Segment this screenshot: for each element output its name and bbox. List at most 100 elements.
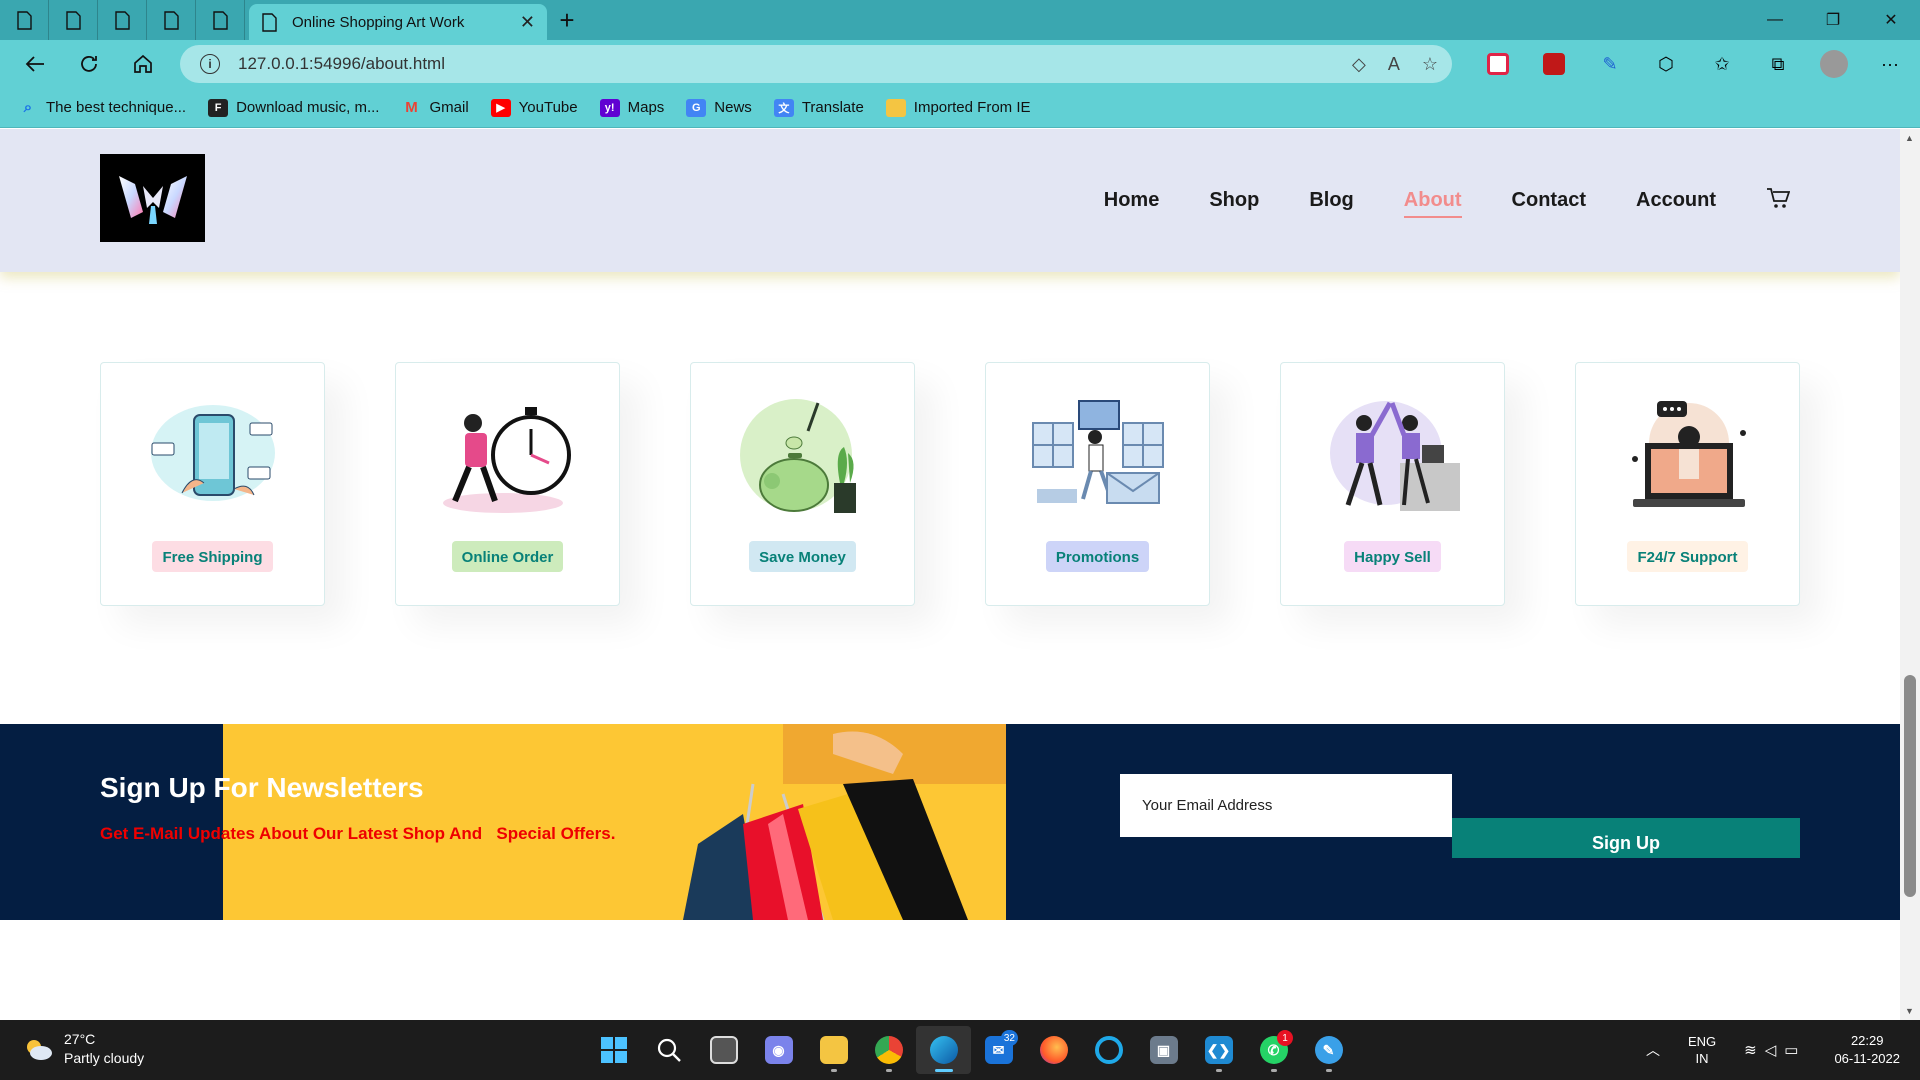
firefox-button[interactable]: [1026, 1026, 1081, 1074]
bookmark-item[interactable]: ▶ YouTube: [490, 98, 578, 117]
piggy-bank-illustration: [739, 399, 856, 513]
close-window-button[interactable]: ✕: [1862, 0, 1920, 40]
search-button[interactable]: [641, 1026, 696, 1074]
maximize-button[interactable]: ❐: [1804, 0, 1862, 40]
bookmark-label: YouTube: [518, 99, 578, 116]
high-five-illustration: [1329, 401, 1460, 511]
newsletter-title: Sign Up For Newsletters: [100, 772, 424, 803]
scroll-up-icon[interactable]: ▲: [1905, 133, 1914, 143]
pinned-tab[interactable]: [0, 0, 49, 40]
refresh-button[interactable]: [62, 40, 116, 88]
file-explorer-button[interactable]: [806, 1026, 861, 1074]
page-icon: [262, 12, 277, 32]
url-text[interactable]: 127.0.0.1:54996/about.html: [238, 54, 445, 74]
task-view-button[interactable]: [696, 1026, 751, 1074]
info-icon[interactable]: i: [200, 54, 220, 74]
pinned-tab[interactable]: [147, 0, 196, 40]
pinned-tab[interactable]: [49, 0, 98, 40]
time: 22:29: [1850, 1033, 1884, 1048]
extension-pocket-icon[interactable]: [1470, 53, 1526, 75]
nav-shop[interactable]: Shop: [1209, 189, 1259, 212]
extension-mcafee-icon[interactable]: [1526, 53, 1582, 75]
favorites-icon[interactable]: ✩: [1694, 54, 1750, 75]
media-button[interactable]: ▣: [1136, 1026, 1191, 1074]
bookmark-label: Maps: [627, 99, 665, 116]
back-button[interactable]: [8, 40, 62, 88]
weather-widget[interactable]: 27°C Partly cloudy: [22, 1030, 144, 1068]
f-icon: F: [208, 98, 229, 117]
running-indicator: [830, 1069, 837, 1072]
tab-close-icon[interactable]: ✕: [520, 12, 535, 33]
newsletter-form: Sign Up: [1120, 774, 1800, 874]
home-icon: [134, 54, 152, 73]
email-field[interactable]: [1120, 774, 1452, 837]
address-bar[interactable]: i 127.0.0.1:54996/about.html ◇ A ☆: [180, 45, 1452, 83]
newsletter-section: Sign Up For Newsletters Get E-Mail Updat…: [0, 724, 1900, 920]
clock[interactable]: 22:29 06-11-2022: [1834, 1032, 1900, 1068]
partly-cloudy-icon: [27, 1040, 52, 1060]
bookmark-item[interactable]: M Gmail: [401, 99, 468, 117]
scroll-down-icon[interactable]: ▼: [1905, 1006, 1914, 1016]
bookmarks-bar: ⌕ The best technique... F Download music, …: [0, 88, 1920, 128]
features-section: Free Shipping Online Order Save Money Pr…: [100, 362, 1800, 606]
chrome-button[interactable]: [861, 1026, 916, 1074]
teams-chat-button[interactable]: ◉: [751, 1026, 806, 1074]
extensions-icon[interactable]: ⬡: [1638, 54, 1694, 75]
active-tab[interactable]: Online Shopping Art Work ✕: [249, 4, 547, 40]
site-logo[interactable]: [100, 154, 205, 242]
add-favorite-icon[interactable]: ☆: [1422, 54, 1438, 75]
mail-badge: 32: [1000, 1030, 1018, 1046]
pinned-tab[interactable]: [196, 0, 245, 40]
pinned-tab[interactable]: [98, 0, 147, 40]
scrollbar-thumb[interactable]: [1904, 675, 1916, 897]
running-indicator: [1215, 1069, 1222, 1072]
whatsapp-button[interactable]: ✆ 1: [1246, 1026, 1301, 1074]
bookmark-item[interactable]: G News: [686, 98, 752, 117]
feature-card: Save Money: [690, 362, 915, 606]
cart-icon[interactable]: [1766, 187, 1791, 215]
sign-up-button[interactable]: Sign Up: [1452, 818, 1800, 858]
feature-card: Free Shipping: [100, 362, 325, 606]
page-icon: [16, 10, 32, 30]
show-hidden-icons-icon[interactable]: ︿: [1646, 1040, 1660, 1060]
nav-blog[interactable]: Blog: [1309, 189, 1353, 212]
quick-settings[interactable]: ≋◁▭: [1744, 1041, 1806, 1059]
search-icon: ⌕: [23, 99, 33, 116]
feature-card: Happy Sell: [1280, 362, 1505, 606]
extension-pen-icon[interactable]: ✎: [1582, 54, 1638, 75]
temperature: 27°C: [64, 1031, 96, 1047]
promotion-gift-illustration: [1031, 400, 1164, 504]
read-aloud-icon[interactable]: A: [1388, 54, 1400, 75]
feature-label: F24/7 Support: [1627, 541, 1748, 572]
paint-button[interactable]: ✎: [1301, 1026, 1356, 1074]
bookmark-item[interactable]: Imported From IE: [885, 98, 1031, 117]
nav-account[interactable]: Account: [1636, 189, 1716, 212]
start-button[interactable]: [586, 1026, 641, 1074]
nav-home[interactable]: Home: [1104, 189, 1160, 212]
nav-contact[interactable]: Contact: [1512, 189, 1586, 212]
language-indicator[interactable]: ENG IN: [1688, 1033, 1716, 1067]
bookmark-label: The best technique...: [46, 99, 187, 116]
bookmark-item[interactable]: y! Maps: [599, 98, 665, 117]
tag-icon[interactable]: ◇: [1352, 54, 1366, 75]
collections-icon[interactable]: ⧉: [1750, 54, 1806, 75]
edge-button[interactable]: [916, 1026, 971, 1074]
cortana-button[interactable]: [1081, 1026, 1136, 1074]
mail-button[interactable]: ✉ 32: [971, 1026, 1026, 1074]
extensions-area: ✎ ⬡ ✩ ⧉ ···: [1470, 40, 1918, 88]
bookmark-item[interactable]: F Download music, m...: [208, 98, 379, 117]
more-menu-icon[interactable]: ···: [1862, 54, 1918, 75]
minimize-button[interactable]: —: [1746, 0, 1804, 40]
vscode-button[interactable]: ❮❯: [1191, 1026, 1246, 1074]
feature-card: Promotions: [985, 362, 1210, 606]
nav-about[interactable]: About: [1403, 189, 1462, 218]
bookmark-item[interactable]: ⌕ The best technique...: [18, 99, 186, 117]
system-tray: ︿ ENG IN ≋◁▭ 22:29 06-11-2022: [1646, 1030, 1900, 1070]
new-tab-button[interactable]: +: [547, 0, 587, 40]
bookmark-item[interactable]: 文 Translate: [773, 98, 864, 117]
gmail-icon: M: [405, 99, 418, 116]
page-scrollbar[interactable]: ▲ ▼: [1900, 129, 1920, 1020]
home-button[interactable]: [116, 40, 170, 88]
bookmark-label: Imported From IE: [913, 99, 1031, 116]
profile-icon[interactable]: [1806, 50, 1862, 78]
